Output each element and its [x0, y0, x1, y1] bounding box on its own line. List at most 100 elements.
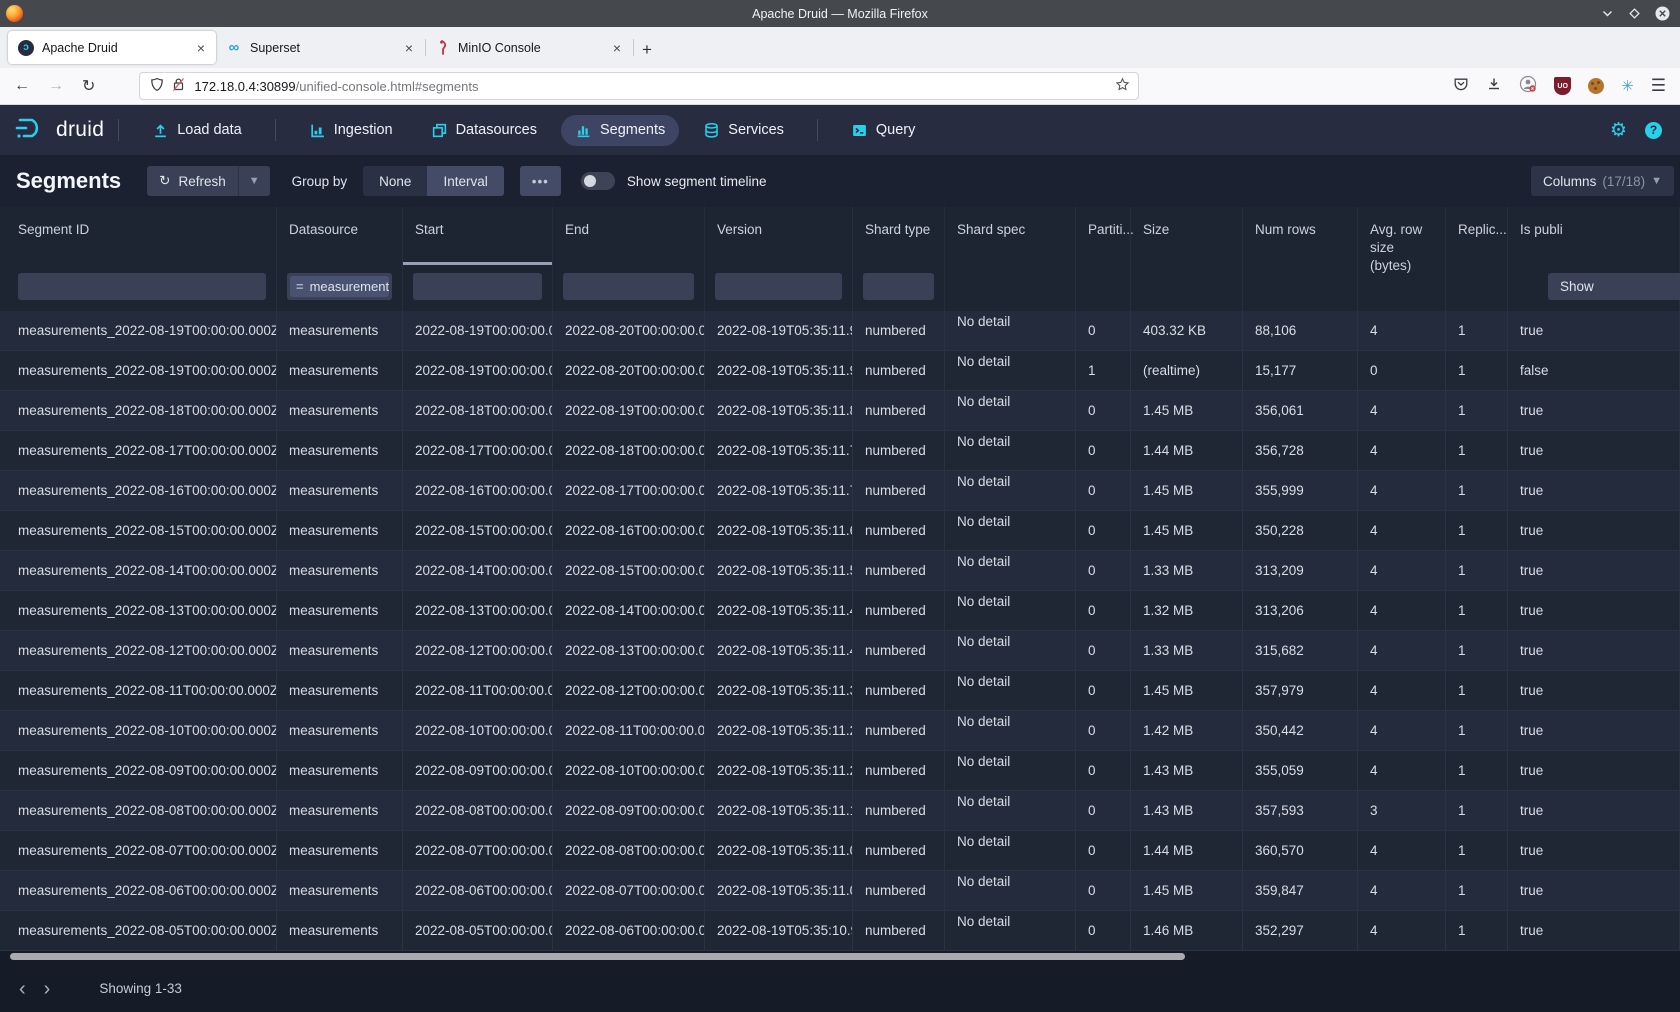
cell-sspec: No detail [945, 471, 1076, 511]
filter-cell-part [1076, 265, 1131, 311]
cell-avg: 4 [1358, 751, 1446, 791]
prev-page-icon[interactable]: ‹ [10, 979, 35, 999]
cell-end: 2022-08-16T00:00:00.0... [553, 511, 705, 551]
window-title: Apache Druid — Mozilla Firefox [0, 7, 1680, 21]
id-filter-input[interactable] [18, 273, 266, 300]
column-header-id[interactable]: Segment ID [0, 207, 277, 265]
nav-item-datasources[interactable]: Datasources [417, 115, 551, 146]
reload-icon[interactable]: ↻ [82, 76, 95, 96]
window-close-icon[interactable] [1655, 6, 1670, 21]
cell-avg: 4 [1358, 311, 1446, 351]
cell-size: 1.44 MB [1131, 831, 1243, 871]
url-bar[interactable]: 172.18.0.4:30899/unified-console.html#se… [139, 72, 1139, 100]
tracking-shield-icon[interactable] [150, 77, 164, 95]
cell-end: 2022-08-19T00:00:00.0... [553, 391, 705, 431]
cell-ds: measurements [277, 471, 403, 511]
is-published-show-filter[interactable]: Show [1548, 273, 1680, 300]
new-tab-button[interactable]: + [642, 40, 652, 60]
window-maximize-icon[interactable] [1628, 7, 1641, 20]
horizontal-scrollbar-thumb[interactable] [10, 953, 1185, 960]
tab-close-icon[interactable]: × [194, 40, 208, 56]
column-header-pub[interactable]: Is publi [1508, 207, 1680, 265]
nav-item-label: Datasources [456, 122, 537, 138]
screen: Apache Druid — Mozilla Firefox ɔApache D… [0, 0, 1680, 1012]
sort-indicator [403, 262, 552, 265]
filter-cell-ver [705, 265, 853, 311]
druid-brand[interactable]: druid [14, 115, 104, 146]
cell-part: 0 [1076, 391, 1131, 431]
account-icon[interactable] [1519, 75, 1537, 98]
cookie-extension-icon[interactable] [1588, 78, 1604, 94]
browser-tab-apache-druid[interactable]: ɔApache Druid× [8, 31, 216, 64]
column-header-stype[interactable]: Shard type [853, 207, 945, 265]
end-filter-input[interactable] [563, 273, 694, 300]
browser-tab-superset[interactable]: ∞Superset× [216, 31, 424, 64]
nav-item-services[interactable]: Services [689, 115, 798, 146]
cell-stype: numbered [853, 711, 945, 751]
nav-item-ingestion[interactable]: Ingestion [295, 115, 407, 146]
extension-sparkle-icon[interactable]: ✳ [1621, 77, 1634, 95]
insecure-lock-icon[interactable] [172, 77, 185, 95]
column-header-ver[interactable]: Version [705, 207, 853, 265]
columns-button[interactable]: Columns (17/18) ▼ [1531, 166, 1674, 196]
column-header-sspec[interactable]: Shard spec [945, 207, 1076, 265]
tab-close-icon[interactable]: × [402, 40, 416, 56]
ds-filter-input[interactable]: =measurements× [287, 273, 392, 300]
settings-gear-icon[interactable]: ⚙ [1610, 119, 1627, 142]
window-minimize-icon[interactable] [1601, 7, 1614, 20]
services-icon [703, 122, 720, 139]
back-icon[interactable]: ← [14, 77, 30, 95]
browser-tab-minio-console[interactable]: MinIO Console× [424, 31, 632, 64]
cell-rows: 352,297 [1243, 911, 1358, 951]
refresh-button[interactable]: ↻ Refresh [147, 166, 238, 196]
column-header-rows[interactable]: Num rows [1243, 207, 1358, 265]
filter-cell-ds: =measurements× [277, 265, 403, 311]
segment-timeline-toggle[interactable] [581, 172, 615, 190]
cell-id: measurements_2022-08-10T00:00:00.000Z... [0, 711, 277, 751]
group-by-interval-button[interactable]: Interval [427, 166, 503, 196]
cell-sspec: No detail [945, 711, 1076, 751]
pocket-icon[interactable] [1453, 76, 1469, 97]
download-icon[interactable] [1486, 76, 1502, 97]
menu-icon[interactable]: ☰ [1651, 76, 1666, 96]
column-header-end[interactable]: End [553, 207, 705, 265]
cell-id: measurements_2022-08-15T00:00:00.000Z... [0, 511, 277, 551]
cell-rows: 15,177 [1243, 351, 1358, 391]
nav-item-load-data[interactable]: Load data [138, 115, 256, 146]
column-header-size[interactable]: Size [1131, 207, 1243, 265]
cell-end: 2022-08-15T00:00:00.0... [553, 551, 705, 591]
ublock-icon[interactable]: UO [1554, 77, 1571, 95]
column-header-ds[interactable]: Datasource [277, 207, 403, 265]
filter-cell-rows [1243, 265, 1358, 311]
minio-favicon-icon [434, 40, 450, 56]
help-icon[interactable]: ? [1645, 122, 1662, 139]
cell-sspec: No detail [945, 391, 1076, 431]
column-header-start[interactable]: Start [403, 207, 553, 265]
cell-repl: 1 [1446, 751, 1508, 791]
column-header-part[interactable]: Partiti... [1076, 207, 1131, 265]
column-header-repl[interactable]: Replic... [1446, 207, 1508, 265]
table-filter-row: =measurements× Show [0, 265, 1680, 311]
stype-filter-input[interactable] [863, 273, 934, 300]
cell-pub: true [1508, 711, 1680, 751]
column-header-avg[interactable]: Avg. row size (bytes) [1358, 207, 1446, 265]
chevron-down-icon: ▼ [1651, 175, 1662, 187]
start-filter-input[interactable] [413, 273, 542, 300]
cell-pub: true [1508, 911, 1680, 951]
group-by-none-button[interactable]: None [363, 166, 427, 196]
more-actions-button[interactable]: ••• [520, 166, 561, 196]
nav-item-segments[interactable]: Segments [561, 115, 679, 146]
forward-icon[interactable]: → [48, 77, 64, 95]
refresh-dropdown-button[interactable]: ▼ [238, 166, 270, 196]
page-title: Segments [16, 168, 121, 194]
cell-stype: numbered [853, 511, 945, 551]
cell-avg: 4 [1358, 631, 1446, 671]
cell-ver: 2022-08-19T05:35:11.2... [705, 751, 853, 791]
ver-filter-input[interactable] [715, 273, 842, 300]
cell-id: measurements_2022-08-16T00:00:00.000Z... [0, 471, 277, 511]
bookmark-star-icon[interactable] [1115, 77, 1130, 95]
tab-close-icon[interactable]: × [610, 40, 624, 56]
next-page-icon[interactable]: › [35, 979, 60, 999]
nav-item-query[interactable]: Query [837, 115, 930, 146]
cell-pub: false [1508, 351, 1680, 391]
